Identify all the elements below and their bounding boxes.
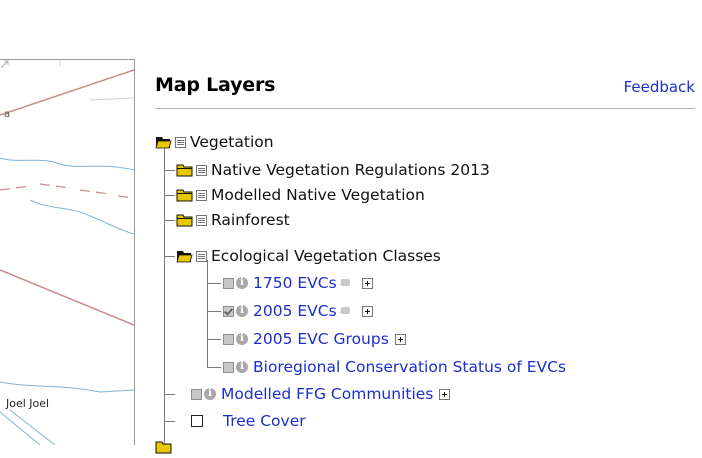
layer-checkbox[interactable] [223,361,234,373]
closed-folder-icon[interactable] [176,164,193,177]
layer-link[interactable]: 1750 EVCs [253,274,337,292]
info-icon[interactable]: i [236,361,248,373]
layer-item-1750-evcs[interactable]: i 1750 EVCs [223,272,373,294]
layer-item-bioregional-status[interactable]: i Bioregional Conservation Status of EVC… [223,356,566,378]
expand-button[interactable] [439,388,451,400]
info-icon[interactable]: i [236,277,248,289]
layer-checkbox-checked[interactable] [223,305,234,317]
document-icon [175,136,186,148]
closed-folder-icon[interactable] [176,214,193,227]
layer-group-next[interactable] [155,436,175,458]
closed-folder-icon[interactable] [176,189,193,202]
expand-button[interactable] [394,333,406,345]
info-icon[interactable]: i [204,388,216,400]
layer-group-modelled-native[interactable]: Modelled Native Vegetation [176,184,425,206]
layer-checkbox[interactable] [223,277,234,289]
open-folder-icon[interactable] [176,250,193,263]
document-icon [196,214,207,226]
legend-icon[interactable] [337,278,351,288]
layer-label: Vegetation [190,133,274,151]
layer-group-vegetation[interactable]: Vegetation [155,131,274,153]
layer-link[interactable]: Tree Cover [223,412,306,430]
layer-group-native-veg-regs[interactable]: Native Vegetation Regulations 2013 [176,159,490,181]
layer-checkbox[interactable] [191,388,202,400]
layer-label: Native Vegetation Regulations 2013 [211,161,490,179]
layer-link[interactable]: Bioregional Conservation Status of EVCs [253,358,566,376]
open-folder-icon[interactable] [155,136,172,149]
svg-text:a: a [4,109,10,120]
document-icon [196,250,207,262]
layer-item-2005-evcs[interactable]: i 2005 EVCs [223,300,373,322]
info-icon[interactable]: i [236,305,248,317]
document-icon [196,164,207,176]
resize-icon[interactable] [0,60,9,69]
layer-checkbox[interactable] [223,333,234,345]
layer-checkbox[interactable] [191,415,203,427]
layer-link[interactable]: 2005 EVCs [253,302,337,320]
layer-link[interactable]: Modelled FFG Communities [221,385,433,403]
info-icon[interactable]: i [236,333,248,345]
layer-label: Modelled Native Vegetation [211,186,425,204]
map-view[interactable]: a Joel Joel [0,59,135,445]
expand-button[interactable] [361,305,373,317]
layer-group-rainforest[interactable]: Rainforest [176,209,290,231]
map-canvas[interactable]: a [0,60,134,445]
document-icon [196,189,207,201]
layer-item-tree-cover[interactable]: Tree Cover [191,410,306,432]
expand-button[interactable] [361,277,373,289]
layer-group-evc[interactable]: Ecological Vegetation Classes [176,245,441,267]
layer-tree: Vegetation Native Vegetation Regulations… [155,0,702,453]
legend-icon[interactable] [337,306,351,316]
map-place-label: Joel Joel [6,397,50,410]
layer-link[interactable]: 2005 EVC Groups [253,330,389,348]
layer-item-2005-evc-groups[interactable]: i 2005 EVC Groups [223,328,406,350]
layer-label: Rainforest [211,211,290,229]
closed-folder-icon[interactable] [155,441,172,454]
layer-item-ffg-communities[interactable]: i Modelled FFG Communities [191,383,451,405]
layer-label: Ecological Vegetation Classes [211,247,441,265]
